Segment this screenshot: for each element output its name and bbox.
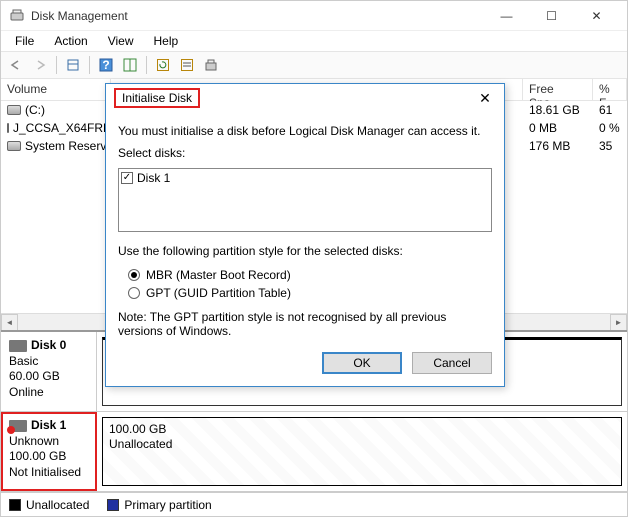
disk-error-icon [9, 420, 27, 432]
help-icon[interactable]: ? [95, 54, 117, 76]
radio-mbr[interactable]: MBR (Master Boot Record) [118, 266, 492, 284]
menu-view[interactable]: View [100, 32, 142, 50]
properties-button[interactable] [62, 54, 84, 76]
menu-help[interactable]: Help [146, 32, 187, 50]
dialog-close-button[interactable]: ✕ [470, 86, 500, 110]
maximize-button[interactable]: ☐ [529, 1, 574, 30]
gpt-note: Note: The GPT partition style is not rec… [118, 310, 492, 338]
scroll-left-icon[interactable]: ◄ [1, 314, 18, 331]
legend: Unallocated Primary partition [1, 492, 627, 516]
view-icon[interactable] [119, 54, 141, 76]
minimize-button[interactable]: — [484, 1, 529, 30]
radio-icon[interactable] [128, 287, 140, 299]
list-icon[interactable] [176, 54, 198, 76]
svg-text:?: ? [102, 58, 109, 72]
refresh-icon[interactable] [152, 54, 174, 76]
select-disks-label: Select disks: [118, 146, 492, 160]
drive-icon [7, 141, 21, 151]
ok-button[interactable]: OK [322, 352, 402, 374]
disk-list-item[interactable]: ✓ Disk 1 [121, 171, 489, 185]
scroll-right-icon[interactable]: ► [610, 314, 627, 331]
disc-icon [7, 123, 9, 133]
dialog-intro: You must initialise a disk before Logica… [118, 124, 492, 138]
window-titlebar: Disk Management — ☐ ✕ [1, 1, 627, 31]
close-button[interactable]: ✕ [574, 1, 619, 30]
toolbar: ? [1, 51, 627, 79]
disk-icon [9, 340, 27, 352]
col-free[interactable]: Free Spa... [523, 79, 593, 100]
swatch-primary [107, 499, 119, 511]
cancel-button[interactable]: Cancel [412, 352, 492, 374]
col-pct[interactable]: % F [593, 79, 627, 100]
partition-style-label: Use the following partition style for th… [118, 244, 492, 258]
back-button[interactable] [5, 54, 27, 76]
checkbox-icon[interactable]: ✓ [121, 172, 133, 184]
settings-icon[interactable] [200, 54, 222, 76]
radio-gpt[interactable]: GPT (GUID Partition Table) [118, 284, 492, 302]
disk-1-label[interactable]: Disk 1 Unknown 100.00 GB Not Initialised [1, 412, 97, 491]
forward-button[interactable] [29, 54, 51, 76]
initialise-disk-dialog: Initialise Disk ✕ You must initialise a … [105, 83, 505, 387]
menu-action[interactable]: Action [46, 32, 95, 50]
drive-icon [7, 105, 21, 115]
window-title: Disk Management [31, 9, 484, 23]
partition-unallocated[interactable]: 100.00 GB Unallocated [102, 417, 622, 486]
swatch-unallocated [9, 499, 21, 511]
col-volume[interactable]: Volume [1, 79, 111, 100]
menubar: File Action View Help [1, 31, 627, 51]
disk-0-label[interactable]: Disk 0 Basic 60.00 GB Online [1, 332, 97, 411]
disk-row-1: Disk 1 Unknown 100.00 GB Not Initialised… [1, 412, 627, 492]
menu-file[interactable]: File [7, 32, 42, 50]
disk-select-list[interactable]: ✓ Disk 1 [118, 168, 492, 232]
radio-icon[interactable] [128, 269, 140, 281]
dialog-title: Initialise Disk [114, 88, 200, 108]
app-icon [9, 8, 25, 24]
